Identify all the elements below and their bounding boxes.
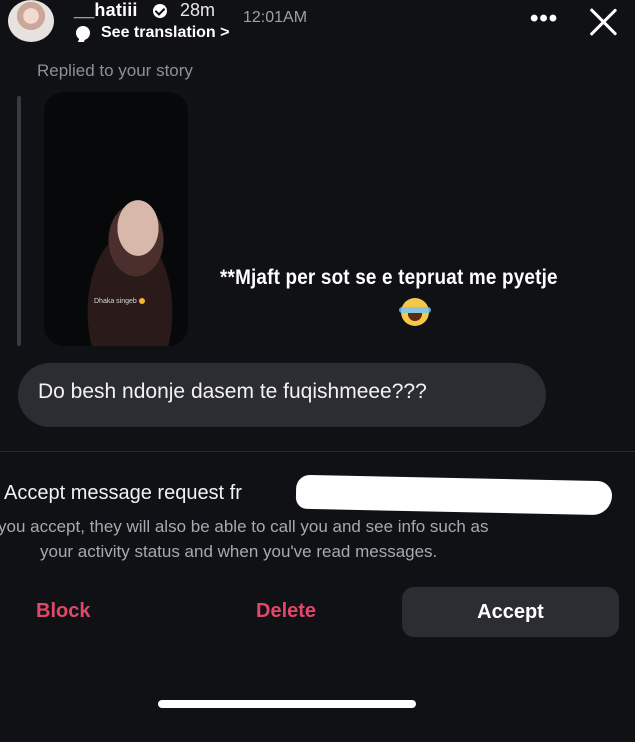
story-caption: Dhaka singeb	[94, 298, 145, 305]
see-translation-link[interactable]: See translation >	[101, 24, 230, 42]
time-ago: 28m	[180, 0, 216, 20]
replied-label: Replied to your story	[37, 61, 193, 80]
message-text: Do besh ndonje dasem te fuqishmeee???	[38, 380, 427, 403]
accept-button[interactable]: Accept	[402, 587, 619, 637]
delete-button[interactable]: Delete	[250, 599, 322, 624]
verified-icon	[153, 4, 167, 18]
close-icon[interactable]	[585, 4, 621, 40]
story-reply-text: **Mjaft per sot se e tepruat me pyetje	[220, 266, 558, 289]
username[interactable]: __hatiii	[74, 0, 138, 21]
divider	[0, 451, 635, 452]
more-icon[interactable]: •••	[530, 7, 558, 31]
request-info-line2: your activity status and when you've rea…	[40, 542, 438, 561]
story-caption-text: Dhaka singeb	[94, 298, 137, 305]
request-info-line1: you accept, they will also be able to ca…	[0, 517, 489, 536]
avatar[interactable]	[8, 0, 54, 42]
message-time: 12:01AM	[243, 9, 308, 26]
story-thumbnail[interactable]: Dhaka singeb	[44, 92, 188, 346]
home-indicator[interactable]	[158, 700, 416, 708]
message-bubble[interactable]: Do besh ndonje dasem te fuqishmeee???	[18, 363, 546, 427]
emoji-icon	[138, 298, 145, 305]
laughing-emoji-icon	[399, 298, 431, 326]
block-button[interactable]: Block	[30, 599, 96, 624]
translate-icon	[76, 26, 90, 40]
reply-rule	[17, 96, 21, 346]
top-bar: __hatiii 28m See translation > 12:01AM •…	[0, 0, 635, 48]
redaction-scribble	[295, 474, 613, 516]
request-title: Accept message request fr	[4, 482, 242, 504]
